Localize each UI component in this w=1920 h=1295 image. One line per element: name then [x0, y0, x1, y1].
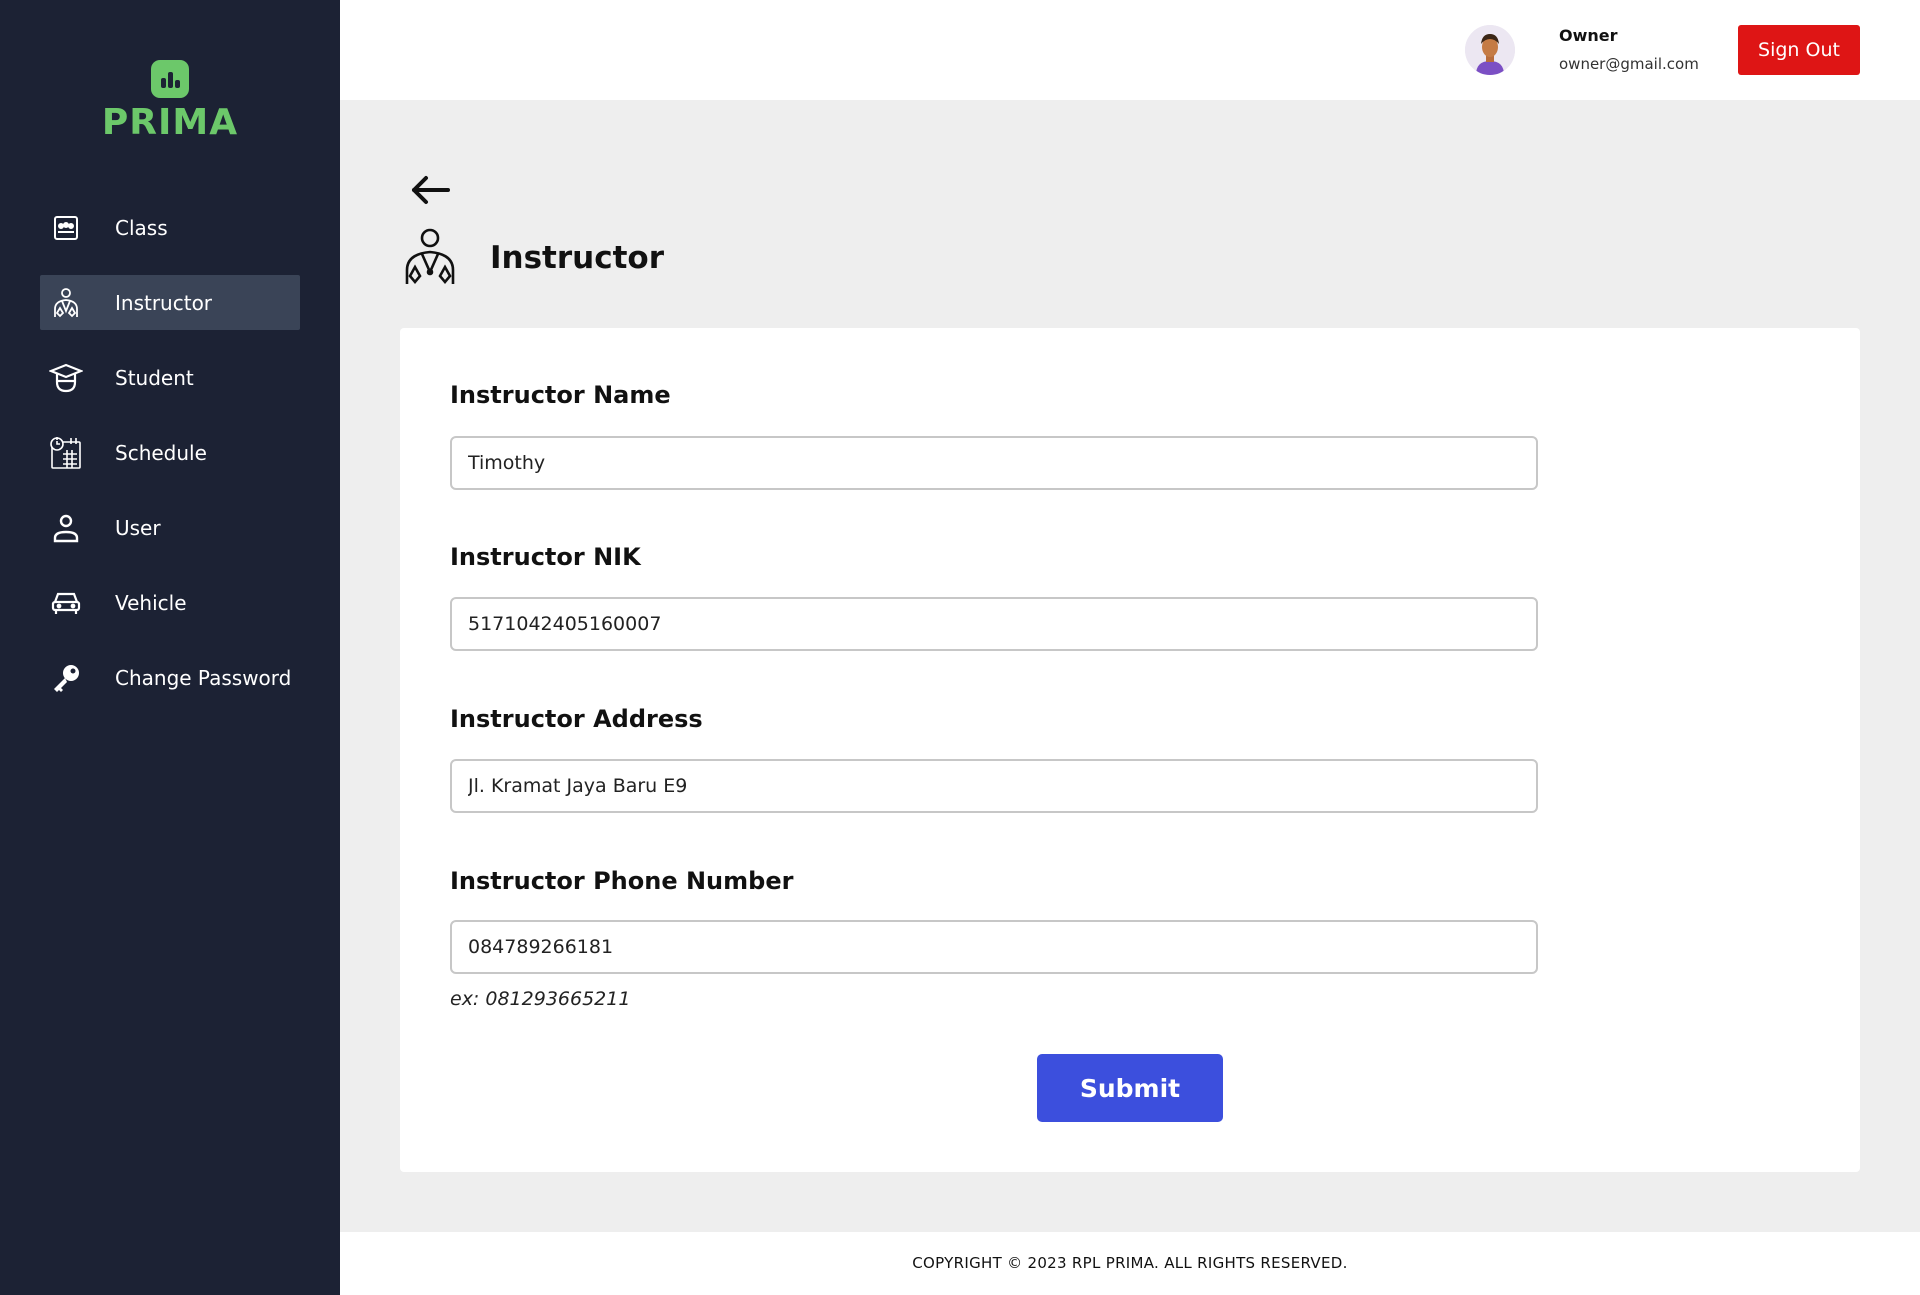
user-icon [49, 511, 83, 545]
sidebar: PRIMA Class Instructor Student Schedule … [0, 0, 340, 1295]
sidebar-item-change-password[interactable]: Change Password [40, 650, 300, 705]
instructor-name-input[interactable] [450, 436, 1538, 490]
instructor-icon [402, 228, 458, 288]
instructor-nik-label: Instructor NIK [450, 543, 641, 571]
instructor-address-label: Instructor Address [450, 705, 703, 733]
chart-logo-icon [151, 60, 189, 98]
sidebar-item-label: Class [115, 215, 168, 240]
sidebar-item-student[interactable]: Student [40, 350, 300, 405]
sidebar-item-instructor[interactable]: Instructor [40, 275, 300, 330]
sidebar-item-label: Schedule [115, 440, 207, 465]
back-arrow-icon[interactable] [408, 170, 452, 210]
sidebar-item-label: Vehicle [115, 590, 187, 615]
sidebar-item-user[interactable]: User [40, 500, 300, 555]
schedule-calendar-icon [49, 436, 83, 470]
instructor-phone-label: Instructor Phone Number [450, 867, 794, 895]
sidebar-item-class[interactable]: Class [40, 200, 300, 255]
user-name: Owner [1559, 26, 1618, 45]
page-title: Instructor [490, 240, 665, 276]
instructor-address-input[interactable] [450, 759, 1538, 813]
sidebar-nav: Class Instructor Student Schedule User V… [40, 200, 300, 725]
car-icon [49, 586, 83, 620]
user-email: owner@gmail.com [1559, 55, 1699, 73]
instructor-phone-input[interactable] [450, 920, 1538, 974]
submit-button[interactable]: Submit [1037, 1054, 1223, 1122]
top-header: Owner owner@gmail.com Sign Out [340, 0, 1920, 100]
sidebar-item-vehicle[interactable]: Vehicle [40, 575, 300, 630]
sidebar-item-label: Student [115, 365, 194, 390]
footer-copyright: COPYRIGHT © 2023 RPL PRIMA. ALL RIGHTS R… [340, 1232, 1920, 1295]
instructor-form: Instructor Name Instructor NIK Instructo… [400, 328, 1860, 1172]
sidebar-item-label: Change Password [115, 665, 292, 690]
phone-format-hint: ex: 081293665211 [450, 988, 631, 1010]
brand-logo[interactable]: PRIMA [0, 60, 340, 143]
brand-name: PRIMA [101, 102, 239, 143]
student-cap-icon [49, 361, 83, 395]
key-icon [49, 661, 83, 695]
avatar[interactable] [1465, 25, 1515, 75]
instructor-name-label: Instructor Name [450, 381, 671, 409]
sidebar-item-label: User [115, 515, 161, 540]
sign-out-button[interactable]: Sign Out [1738, 25, 1860, 75]
sidebar-item-label: Instructor [115, 290, 213, 315]
class-icon [49, 211, 83, 245]
instructor-icon [49, 286, 83, 320]
instructor-nik-input[interactable] [450, 597, 1538, 651]
sidebar-item-schedule[interactable]: Schedule [40, 425, 300, 480]
